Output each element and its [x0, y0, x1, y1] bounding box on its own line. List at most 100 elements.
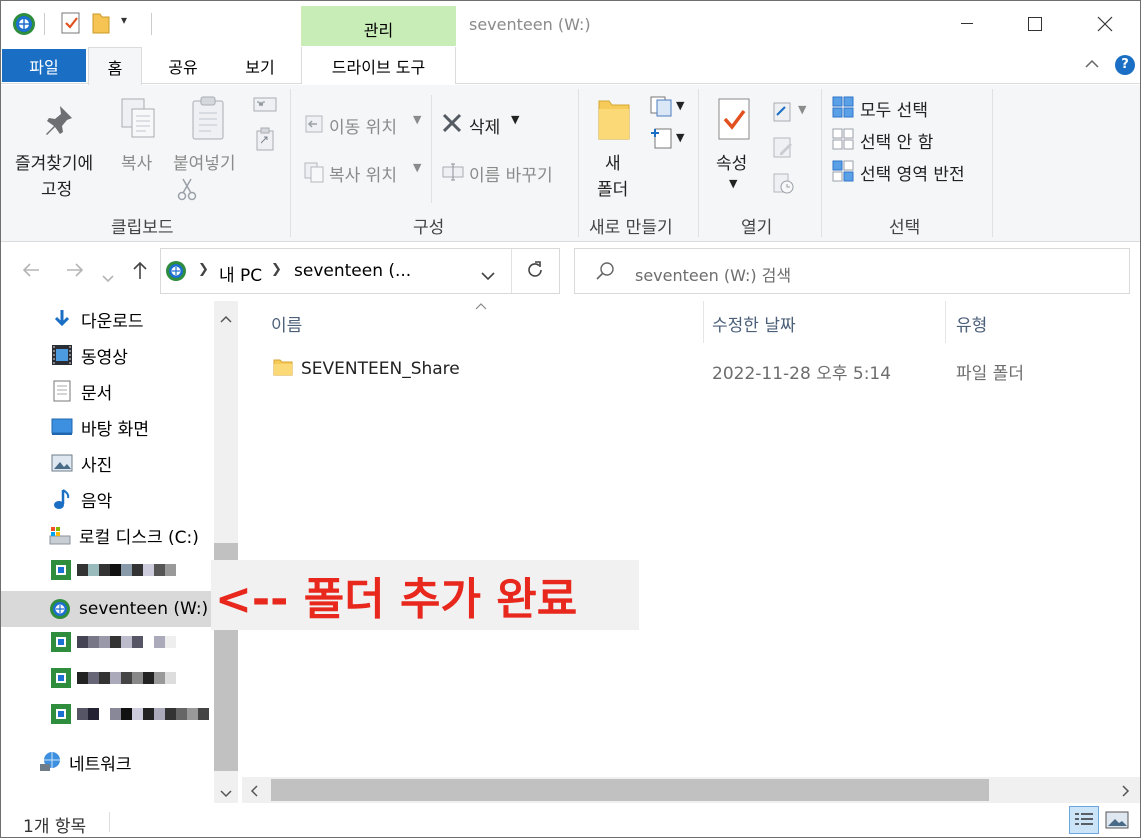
- back-button[interactable]: [21, 259, 41, 283]
- nav-item-network[interactable]: 네트워크: [1, 745, 211, 779]
- collapse-ribbon-chevron-icon[interactable]: [1084, 55, 1100, 74]
- paste-button[interactable]: 붙여넣기: [173, 149, 236, 174]
- breadcrumb-drive[interactable]: seventeen (...: [294, 261, 411, 281]
- nav-item-label: 음악: [81, 491, 113, 512]
- network-icon: [40, 752, 60, 771]
- pin-icon: [41, 103, 75, 141]
- redacted-drive-icon[interactable]: [50, 667, 72, 693]
- breadcrumb-this-pc[interactable]: 내 PC: [219, 261, 262, 286]
- new-folder-quick-access-icon[interactable]: [91, 11, 111, 35]
- column-header-type[interactable]: 유형: [956, 311, 987, 336]
- nav-item-documents[interactable]: 문서: [1, 374, 211, 408]
- large-icons-view-button[interactable]: [1105, 810, 1129, 834]
- up-button[interactable]: [131, 260, 149, 285]
- horizontal-scroll-thumb[interactable]: [271, 779, 989, 801]
- copy-button[interactable]: 복사: [121, 149, 152, 174]
- select-all-icon: [832, 96, 854, 122]
- easy-access-dropdown-chevron-icon[interactable]: ▼: [676, 131, 684, 144]
- row-type: 파일 폴더: [956, 364, 1024, 384]
- cut-icon[interactable]: [177, 177, 197, 205]
- nav-item-label: 사진: [81, 455, 113, 476]
- redacted-drive-label: [77, 672, 176, 684]
- redacted-drive-label: [77, 708, 209, 720]
- scroll-right-chevron-icon[interactable]: [1121, 783, 1131, 802]
- details-view-button[interactable]: [1069, 806, 1099, 834]
- scroll-left-chevron-icon[interactable]: [249, 783, 259, 802]
- help-icon[interactable]: ?: [1115, 55, 1135, 75]
- column-divider[interactable]: [703, 301, 704, 343]
- history-icon[interactable]: [771, 171, 795, 199]
- copy-to-button[interactable]: 복사 위치: [329, 161, 397, 186]
- tab-drive-tools[interactable]: 드라이브 도구: [301, 47, 456, 84]
- copy-path-icon[interactable]: [253, 97, 277, 117]
- tab-home[interactable]: 홈: [88, 47, 142, 85]
- nav-item-downloads[interactable]: 다운로드: [1, 302, 211, 336]
- pin-to-quick-access-button[interactable]: 즐겨찾기에: [15, 149, 93, 174]
- ribbon: 즐겨찾기에 고정 복사 붙여넣기 클립보드 이동 위치 ▼ 복사 위치 ▼ 삭제…: [1, 85, 1140, 242]
- column-header-name[interactable]: 이름: [271, 311, 302, 336]
- address-dropdown-chevron-icon[interactable]: [480, 266, 496, 285]
- maximize-button[interactable]: [1015, 9, 1055, 39]
- tab-share[interactable]: 공유: [155, 47, 211, 84]
- select-all-button[interactable]: 모두 선택: [860, 96, 928, 121]
- customize-quick-access-chevron-icon[interactable]: ▾: [121, 13, 127, 27]
- network-drive-icon: [50, 599, 70, 619]
- invert-selection-button[interactable]: 선택 영역 반전: [860, 160, 965, 185]
- column-divider[interactable]: [945, 301, 946, 343]
- edit-icon[interactable]: [771, 135, 795, 163]
- paste-icon: [189, 95, 229, 145]
- nav-item-label: seventeen (W:): [79, 599, 209, 619]
- new-folder-button[interactable]: 새: [605, 149, 621, 174]
- scroll-up-chevron-icon[interactable]: [219, 309, 233, 328]
- delete-dropdown-chevron-icon[interactable]: ▼: [511, 113, 519, 126]
- nav-item-local-disk-c[interactable]: 로컬 디스크 (C:): [1, 518, 211, 552]
- nav-item-seventeen-w[interactable]: seventeen (W:): [1, 591, 211, 627]
- new-item-icon[interactable]: [649, 95, 675, 121]
- nav-item-music[interactable]: 음악: [1, 482, 211, 516]
- drive-globe-icon: [11, 11, 37, 37]
- move-to-dropdown-chevron-icon[interactable]: ▼: [413, 113, 421, 126]
- nav-item-desktop[interactable]: 바탕 화면: [1, 410, 211, 444]
- nav-item-videos[interactable]: 동영상: [1, 338, 211, 372]
- delete-button[interactable]: 삭제: [469, 113, 500, 138]
- properties-button[interactable]: 속성: [716, 149, 747, 174]
- invert-selection-icon: [832, 160, 854, 186]
- breadcrumb-chevron-icon[interactable]: ❯: [271, 262, 282, 277]
- search-placeholder: seventeen (W:) 검색: [635, 266, 792, 285]
- move-to-button[interactable]: 이동 위치: [329, 113, 397, 138]
- copy-to-dropdown-chevron-icon[interactable]: ▼: [413, 161, 421, 174]
- properties-dropdown-chevron-icon[interactable]: ▼: [729, 177, 737, 190]
- rename-button[interactable]: 이름 바꾸기: [469, 161, 553, 186]
- column-header-date-modified[interactable]: 수정한 날짜: [712, 311, 796, 336]
- properties-quick-access-icon[interactable]: [59, 11, 83, 35]
- tab-view[interactable]: 보기: [231, 47, 289, 84]
- forward-button[interactable]: [65, 259, 85, 283]
- scroll-down-chevron-icon[interactable]: [219, 784, 233, 803]
- select-none-icon: [832, 128, 854, 154]
- open-icon[interactable]: [771, 99, 795, 127]
- select-none-button[interactable]: 선택 안 함: [860, 128, 933, 153]
- breadcrumb-chevron-icon[interactable]: ❯: [198, 262, 209, 277]
- nav-item-pictures[interactable]: 사진: [1, 446, 211, 480]
- context-tab-manage: 관리: [301, 6, 456, 46]
- address-bar[interactable]: ❯ 내 PC ❯ seventeen (...: [160, 248, 560, 294]
- nav-item-label: 문서: [81, 383, 113, 404]
- open-dropdown-chevron-icon[interactable]: ▼: [798, 103, 806, 116]
- close-button[interactable]: [1085, 9, 1125, 39]
- row-name[interactable]: SEVENTEEN_Share: [301, 359, 460, 379]
- redacted-drive-icon[interactable]: [50, 559, 72, 585]
- paste-shortcut-icon[interactable]: [255, 127, 275, 155]
- ribbon-divider: [821, 89, 822, 237]
- redacted-drive-icon[interactable]: [50, 631, 72, 657]
- minimize-button[interactable]: [947, 9, 987, 39]
- search-box[interactable]: seventeen (W:) 검색: [574, 248, 1130, 294]
- refresh-icon[interactable]: [525, 260, 545, 284]
- nav-item-label: 로컬 디스크 (C:): [79, 527, 199, 548]
- new-item-dropdown-chevron-icon[interactable]: ▼: [676, 99, 684, 112]
- delete-icon: [441, 112, 463, 138]
- recent-locations-button[interactable]: [102, 264, 114, 288]
- redacted-drive-icon[interactable]: [50, 703, 72, 729]
- group-label-open: 열기: [741, 218, 773, 238]
- tab-file[interactable]: 파일: [2, 49, 86, 82]
- easy-access-icon[interactable]: [649, 125, 675, 153]
